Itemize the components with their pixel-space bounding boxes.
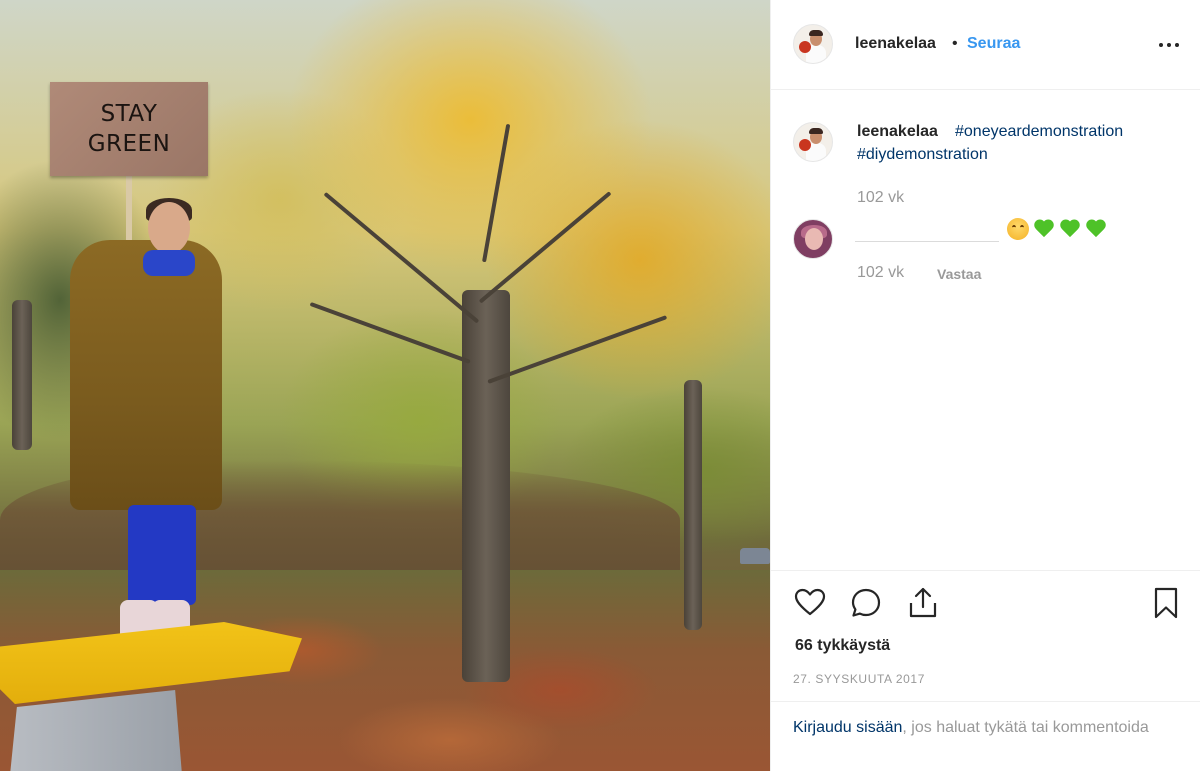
green-heart-icon <box>1085 218 1107 240</box>
reply-button[interactable]: Vastaa <box>937 266 981 282</box>
header-separator: • <box>952 35 958 52</box>
more-options-icon[interactable] <box>1157 35 1181 55</box>
login-link[interactable]: Kirjaudu sisään <box>793 719 902 736</box>
comment-username-field[interactable] <box>855 218 999 242</box>
likes-count[interactable]: 66 tykkäystä <box>795 637 890 655</box>
person-legs <box>128 505 196 605</box>
post-date[interactable]: 27. SYYSKUUTA 2017 <box>793 672 925 686</box>
tree-branch <box>309 301 471 364</box>
person-coat <box>70 240 222 510</box>
header-username[interactable]: leenakelaa <box>855 35 936 53</box>
sign-text-line1: STAY <box>100 101 158 127</box>
caption-avatar[interactable] <box>793 122 833 162</box>
person-head <box>148 202 190 254</box>
green-heart-icon <box>1059 218 1081 240</box>
login-prompt-suffix: , jos haluat tykätä tai kommentoida <box>902 719 1149 736</box>
follow-button[interactable]: Seuraa <box>967 35 1020 53</box>
bookmark-icon[interactable] <box>1149 586 1183 620</box>
post-header: leenakelaa • Seuraa <box>771 0 1200 90</box>
green-heart-icon <box>1033 218 1055 240</box>
login-prompt: Kirjaudu sisään, jos haluat tykätä tai k… <box>771 701 1200 771</box>
hashtag-link[interactable]: #oneyeardemonstration <box>955 123 1123 141</box>
protest-sign: STAY GREEN <box>50 82 208 176</box>
tree-trunk-far-left <box>12 300 32 450</box>
tree-branch <box>482 123 511 263</box>
avatar[interactable] <box>793 24 833 64</box>
commenter-avatar[interactable] <box>793 219 833 259</box>
login-prompt-text: Kirjaudu sisään, jos haluat tykätä tai k… <box>793 716 1153 739</box>
person-scarf <box>143 250 195 276</box>
comment-timestamp[interactable]: 102 vk <box>857 264 904 282</box>
tree-branch <box>478 191 612 304</box>
comment-text <box>1007 218 1107 242</box>
parked-car <box>740 548 770 564</box>
smiling-face-icon <box>1007 218 1029 240</box>
post-photo[interactable]: STAY GREEN <box>0 0 770 771</box>
tree-branch <box>487 315 668 384</box>
comment-icon[interactable] <box>849 586 883 620</box>
post-side-panel: leenakelaa • Seuraa leenakelaa #oneyeard… <box>770 0 1200 771</box>
post-actions: 66 tykkäystä 27. SYYSKUUTA 2017 <box>771 570 1200 701</box>
caption-username[interactable]: leenakelaa <box>857 123 938 141</box>
hashtag-link[interactable]: #diydemonstration <box>857 146 988 164</box>
tree-branch <box>323 191 480 324</box>
share-icon[interactable] <box>906 586 940 620</box>
sign-text-line2: GREEN <box>87 131 171 157</box>
heart-icon[interactable] <box>793 586 827 620</box>
tree-trunk-main <box>462 290 510 682</box>
tree-trunk-right <box>684 380 702 630</box>
caption-timestamp[interactable]: 102 vk <box>857 189 904 207</box>
